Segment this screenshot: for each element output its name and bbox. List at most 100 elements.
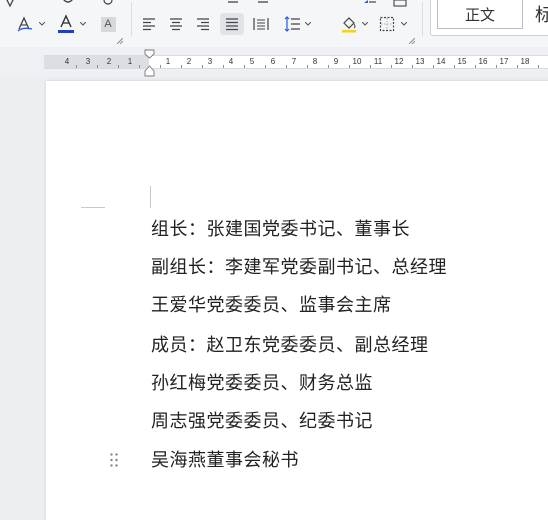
paragraph-drag-handle-icon[interactable]	[109, 452, 119, 468]
ruler-number: 10	[352, 57, 362, 66]
ruler-tick	[96, 65, 98, 68]
char-shading-icon: A	[100, 16, 116, 32]
justify-icon	[226, 18, 238, 31]
font-color-button[interactable]	[55, 13, 77, 35]
text-effect-icon	[17, 16, 33, 32]
ruler-tick	[327, 65, 329, 68]
align-left-icon	[143, 18, 155, 31]
ruler-number: 6	[270, 57, 276, 66]
ruler-tick	[264, 65, 266, 68]
group-divider	[422, 2, 423, 36]
font-color-dropdown[interactable]	[79, 13, 86, 35]
distributed-icon	[253, 18, 269, 30]
ruler-number: 5	[249, 57, 255, 66]
ruler-number: 13	[415, 57, 425, 66]
underline-icon[interactable]	[60, 0, 76, 12]
horizontal-ruler[interactable]: 4 3 2 1 1 2 3 4 5 6 7 8 9 10 11 12 13 14 15 16 17 18	[44, 55, 548, 69]
clear-format-icon[interactable]	[100, 0, 116, 12]
text-effect-dropdown[interactable]	[38, 13, 45, 35]
ribbon-toolbar: A 正文 标	[0, 0, 548, 47]
text-effect-button[interactable]	[14, 13, 36, 35]
ruler-tick	[369, 65, 371, 68]
border-dropdown[interactable]	[400, 13, 407, 35]
paragraph-member[interactable]: 周志强党委委员、纪委书记	[151, 410, 373, 434]
group-divider	[131, 2, 132, 36]
indent-marker-icon[interactable]	[144, 49, 155, 77]
margin-corner-mark	[81, 207, 105, 208]
line-spacing-button[interactable]	[281, 13, 303, 35]
margin-corner-mark	[150, 186, 151, 208]
paragraph-member[interactable]: 孙红梅党委委员、财务总监	[151, 372, 373, 396]
ruler-tick	[306, 65, 308, 68]
ruler-number: 4	[64, 57, 70, 66]
ruler-tick	[159, 65, 161, 68]
ruler-tick	[453, 65, 455, 68]
ruler-number: 17	[499, 57, 509, 66]
list-icon[interactable]	[225, 0, 241, 12]
fill-color-dropdown[interactable]	[361, 13, 368, 35]
table-icon[interactable]	[392, 0, 408, 12]
ruler-tick	[201, 65, 203, 68]
ruler-number: 3	[85, 57, 91, 66]
ruler-tick	[495, 65, 497, 68]
ruler-number: 3	[207, 57, 213, 66]
ruler-number: 11	[373, 57, 383, 66]
border-button[interactable]	[376, 13, 398, 35]
fill-color-icon	[342, 17, 356, 33]
style-gallery: 正文 标	[430, 0, 548, 36]
line-spacing-dropdown[interactable]	[304, 13, 311, 35]
align-right-button[interactable]	[193, 13, 213, 35]
paragraph-dialog-launcher-icon[interactable]	[409, 38, 415, 44]
ruler-tick	[117, 65, 119, 68]
ruler-number: 2	[106, 57, 112, 66]
align-center-icon	[170, 18, 182, 31]
font-dialog-launcher-icon[interactable]	[117, 38, 123, 44]
style-heading-button[interactable]: 标	[535, 0, 548, 29]
ruler-tick	[222, 65, 224, 68]
font-effect-icon[interactable]	[2, 0, 18, 12]
ruler-number: 1	[127, 57, 133, 66]
paragraph-deputy-leader[interactable]: 副组长：李建军党委副书记、总经理	[151, 256, 447, 280]
ruler-number: 14	[436, 57, 446, 66]
ruler-tick	[348, 65, 350, 68]
ruler-tick	[516, 65, 518, 68]
ruler-tick	[474, 65, 476, 68]
ruler-tick	[138, 65, 140, 68]
ruler-tick	[432, 65, 434, 68]
ruler-number: 7	[291, 57, 297, 66]
ruler-tick	[75, 65, 77, 68]
ruler-number: 1	[165, 57, 171, 66]
align-right-icon	[197, 18, 209, 31]
ruler-number: 18	[520, 57, 530, 66]
style-normal-button[interactable]: 正文	[437, 0, 523, 29]
char-shading-button[interactable]: A	[97, 13, 119, 35]
ruler-tick	[390, 65, 392, 68]
justify-button[interactable]	[220, 13, 244, 35]
ruler-area: 4 3 2 1 1 2 3 4 5 6 7 8 9 10 11 12 13 14 15 16 17 18	[0, 47, 548, 77]
align-left-button[interactable]	[139, 13, 159, 35]
ruler-tick	[537, 65, 539, 68]
ruler-tick	[243, 65, 245, 68]
ruler-number: 16	[478, 57, 488, 66]
border-icon	[379, 16, 395, 32]
align-center-button[interactable]	[166, 13, 186, 35]
ruler-number: 12	[394, 57, 404, 66]
font-color-icon	[58, 14, 74, 33]
ruler-tick	[180, 65, 182, 68]
sort-icon[interactable]	[362, 0, 378, 12]
ruler-tick	[285, 65, 287, 68]
ruler-number: 15	[457, 57, 467, 66]
ruler-number: 8	[312, 57, 318, 66]
paragraph-member[interactable]: 王爱华党委委员、监事会主席	[151, 294, 392, 318]
ruler-number: 9	[333, 57, 339, 66]
paragraph-members-title[interactable]: 成员：赵卫东党委委员、副总经理	[151, 334, 429, 358]
distributed-button[interactable]	[250, 13, 272, 35]
line-spacing-icon	[284, 16, 300, 32]
ruler-number: 2	[186, 57, 192, 66]
ruler-tick	[411, 65, 413, 68]
paragraph-member[interactable]: 吴海燕董事会秘书	[151, 449, 299, 473]
fill-color-button[interactable]	[338, 13, 360, 35]
paragraph-leader[interactable]: 组长：张建国党委书记、董事长	[151, 218, 410, 242]
ruler-number: 4	[228, 57, 234, 66]
numbered-list-icon[interactable]	[255, 0, 271, 12]
